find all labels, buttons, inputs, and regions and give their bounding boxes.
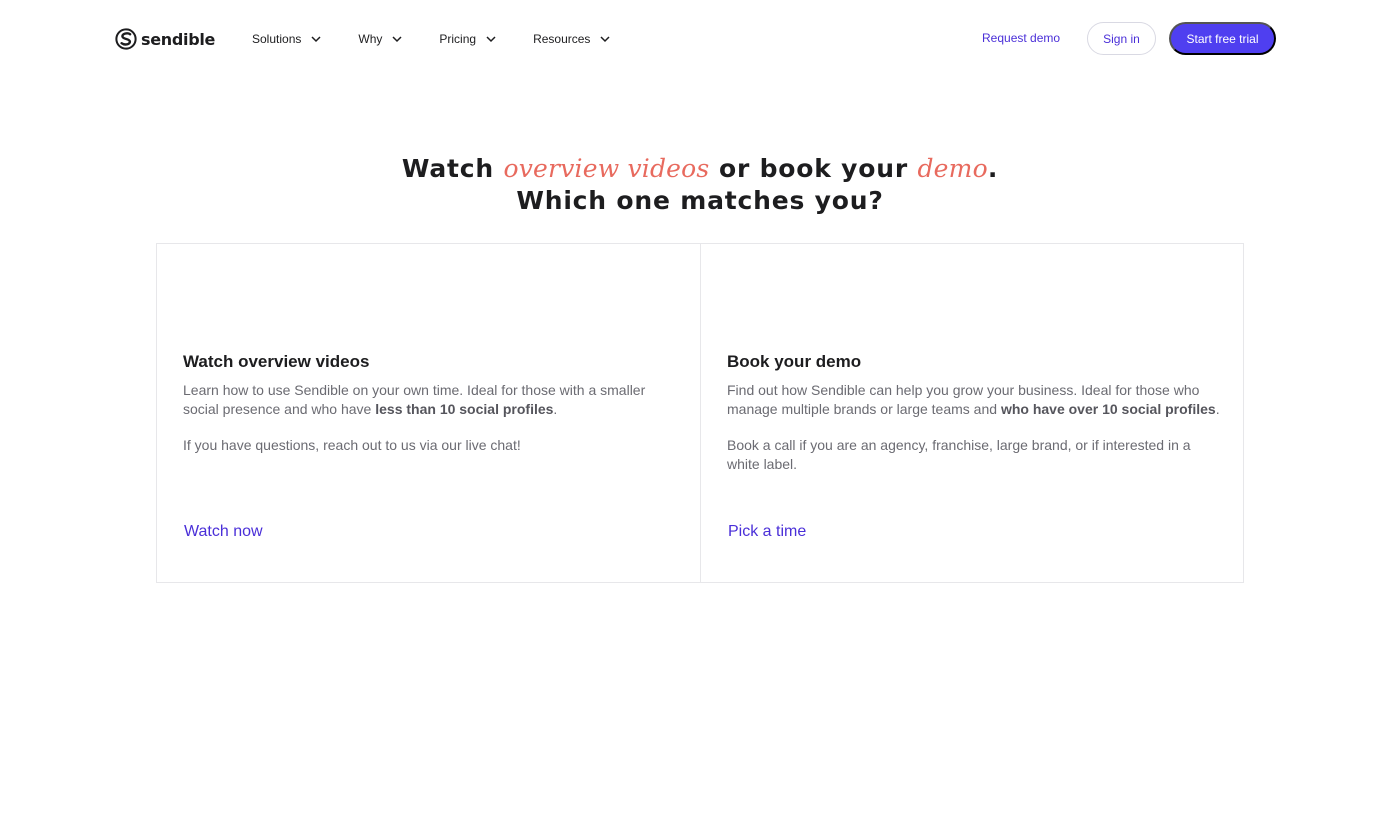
card-title: Watch overview videos bbox=[183, 352, 370, 371]
headline-text: . bbox=[987, 154, 999, 183]
card-watch-videos: Watch overview videos Learn how to use S… bbox=[157, 244, 700, 582]
nav-item-label: Solutions bbox=[252, 32, 302, 46]
card-text: . bbox=[1215, 400, 1220, 417]
request-demo-link[interactable]: Request demo bbox=[982, 31, 1060, 45]
headline-accent-demo: demo bbox=[917, 154, 988, 183]
card-body: Learn how to use Sendible on your own ti… bbox=[183, 381, 678, 455]
chevron-down-icon bbox=[486, 36, 496, 43]
headline-subline: Which one matches you? bbox=[516, 186, 884, 215]
site-header: sendible Solutions Why Pricing Resources… bbox=[0, 0, 1400, 78]
card-paragraph: Learn how to use Sendible on your own ti… bbox=[183, 381, 678, 418]
nav-item-label: Pricing bbox=[439, 32, 477, 46]
page-headline: Watch overview videos or book your demo.… bbox=[0, 153, 1400, 217]
nav-item-pricing[interactable]: Pricing bbox=[439, 32, 497, 46]
headline-text: Watch bbox=[401, 154, 504, 183]
nav-item-resources[interactable]: Resources bbox=[533, 32, 611, 46]
card-book-demo: Book your demo Find out how Sendible can… bbox=[700, 244, 1243, 582]
card-title: Book your demo bbox=[727, 352, 862, 371]
chevron-down-icon bbox=[392, 36, 402, 43]
headline-text: or book your bbox=[709, 154, 918, 183]
card-paragraph: Book a call if you are an agency, franch… bbox=[727, 437, 1191, 472]
nav-item-solutions[interactable]: Solutions bbox=[252, 32, 322, 46]
card-paragraph: If you have questions, reach out to us v… bbox=[183, 437, 521, 453]
chevron-down-icon bbox=[600, 36, 610, 43]
main-nav: Solutions Why Pricing Resources bbox=[252, 29, 647, 49]
card-body: Find out how Sendible can help you grow … bbox=[727, 381, 1222, 473]
pick-a-time-link[interactable]: Pick a time bbox=[728, 523, 806, 541]
card-text: . bbox=[553, 400, 558, 417]
brand-name: sendible bbox=[141, 29, 216, 49]
start-free-trial-button[interactable]: Start free trial bbox=[1169, 22, 1276, 55]
options-cards: Watch overview videos Learn how to use S… bbox=[156, 243, 1244, 583]
watch-now-link[interactable]: Watch now bbox=[184, 523, 263, 541]
card-paragraph: Find out how Sendible can help you grow … bbox=[727, 381, 1222, 418]
headline-accent-videos: overview videos bbox=[503, 154, 710, 183]
nav-item-label: Resources bbox=[533, 32, 591, 46]
sign-in-button[interactable]: Sign in bbox=[1087, 22, 1156, 55]
sendible-logo[interactable]: sendible bbox=[115, 27, 215, 51]
card-text-bold: less than 10 social profiles bbox=[375, 400, 554, 417]
nav-item-label: Why bbox=[358, 32, 383, 46]
chevron-down-icon bbox=[311, 36, 321, 43]
sendible-s-logo-icon bbox=[115, 28, 137, 50]
nav-item-why[interactable]: Why bbox=[358, 32, 403, 46]
card-text-bold: who have over 10 social profiles bbox=[1000, 400, 1216, 417]
